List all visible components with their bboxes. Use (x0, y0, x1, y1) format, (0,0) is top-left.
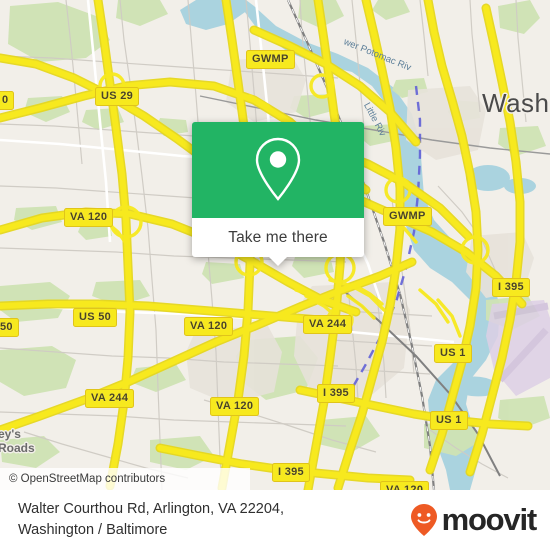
road-shield-va-120-bottom: VA 120 (380, 481, 430, 490)
road-shield-gwmp-south: GWMP (383, 207, 432, 226)
map-canvas[interactable]: wer Potomac Riv Little Riv Washin ey's R… (0, 0, 550, 490)
road-shield-va-120-west: VA 120 (64, 208, 114, 227)
address-block: Walter Courthou Rd, Arlington, VA 22204,… (18, 499, 284, 541)
footer-bar: Walter Courthou Rd, Arlington, VA 22204,… (0, 490, 550, 550)
road-shield-i-395-bottom: I 395 (272, 463, 310, 482)
road-shield-va-120-south: VA 120 (210, 397, 260, 416)
road-shield-us-50-edge: 50 (0, 318, 19, 337)
map-attribution[interactable]: © OpenStreetMap contributors (0, 468, 250, 490)
map-screenshot: wer Potomac Riv Little Riv Washin ey's R… (0, 0, 550, 550)
moovit-pin-smiley-icon (410, 504, 437, 536)
road-shield-us-50: US 50 (73, 308, 118, 327)
map-pin-icon (255, 137, 301, 201)
road-shield-us-1-north: US 1 (434, 344, 472, 363)
road-shield-us-1-south: US 1 (430, 411, 468, 430)
road-shield-i-395-center: I 395 (317, 384, 355, 403)
moovit-wordmark: moovit (441, 502, 538, 537)
popup-header (192, 122, 364, 218)
address-line-1: Walter Courthou Rd, Arlington, VA 22204, (18, 501, 284, 517)
popup-action-area[interactable]: Take me there (192, 218, 364, 266)
road-shield-us-29: US 29 (95, 87, 140, 106)
take-me-there-label: Take me there (228, 228, 328, 246)
attribution-text: © OpenStreetMap contributors (9, 473, 166, 485)
location-popup-card[interactable]: Take me there (192, 122, 364, 266)
road-shield-us-29-edge: 0 (0, 91, 15, 110)
moovit-logo[interactable]: moovit (409, 502, 538, 538)
road-shield-va-244-west: VA 244 (85, 389, 135, 408)
road-shield-va-120-center: VA 120 (184, 317, 234, 336)
popup-pointer-tail (268, 256, 288, 266)
road-shield-i-395-northeast: I 395 (492, 278, 530, 297)
road-shield-va-244-center: VA 244 (303, 315, 353, 334)
road-shield-gwmp-north: GWMP (246, 50, 295, 69)
address-line-2: Washington / Baltimore (18, 522, 168, 538)
